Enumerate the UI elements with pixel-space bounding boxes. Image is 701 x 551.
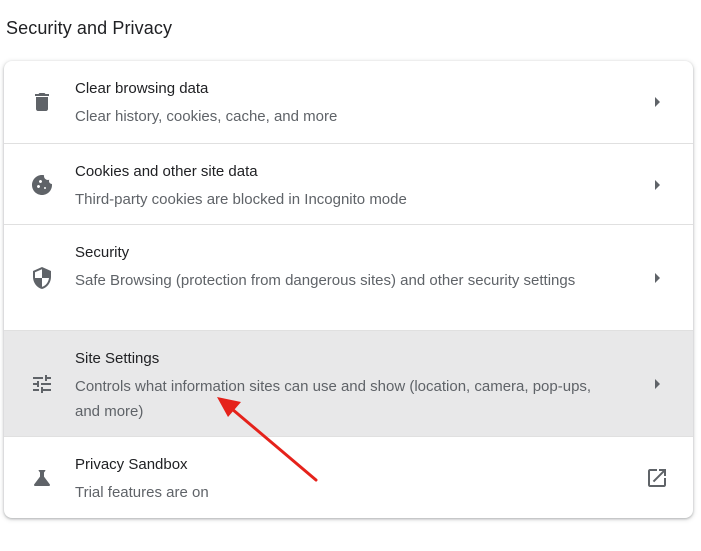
tune-sliders-icon: [30, 372, 54, 396]
cookies-row[interactable]: Cookies and other site data Third-party …: [4, 143, 693, 224]
site-settings-row[interactable]: Site Settings Controls what information …: [4, 330, 693, 436]
flask-icon: [30, 466, 54, 490]
open-in-new-icon[interactable]: [645, 466, 669, 490]
chevron-right-icon[interactable]: [645, 266, 669, 290]
section-title: Security and Privacy: [6, 18, 173, 38]
row-title: Cookies and other site data: [75, 163, 258, 180]
row-subtitle: Third-party cookies are blocked in Incog…: [75, 191, 407, 208]
row-title: Site Settings: [75, 350, 160, 367]
row-title: Security: [75, 244, 130, 261]
row-subtitle: Clear history, cookies, cache, and more: [75, 108, 338, 125]
row-subtitle: Safe Browsing (protection from dangerous…: [75, 272, 576, 289]
chevron-right-icon[interactable]: [645, 90, 669, 114]
clear-browsing-data-row[interactable]: Clear browsing data Clear history, cooki…: [4, 61, 693, 143]
cookie-icon: [30, 173, 54, 197]
security-row[interactable]: Security Safe Browsing (protection from …: [4, 224, 693, 330]
row-subtitle: Trial features are on: [75, 484, 209, 501]
shield-icon: [30, 266, 54, 290]
trash-icon: [30, 90, 54, 114]
row-title: Privacy Sandbox: [75, 456, 188, 473]
security-privacy-card: Clear browsing data Clear history, cooki…: [4, 61, 693, 518]
privacy-sandbox-row[interactable]: Privacy Sandbox Trial features are on: [4, 436, 693, 518]
chevron-right-icon[interactable]: [645, 372, 669, 396]
settings-page: Security and Privacy Clear browsing data…: [0, 0, 701, 551]
chevron-right-icon[interactable]: [645, 173, 669, 197]
row-title: Clear browsing data: [75, 80, 209, 97]
row-subtitle: Controls what information sites can use …: [75, 378, 592, 420]
